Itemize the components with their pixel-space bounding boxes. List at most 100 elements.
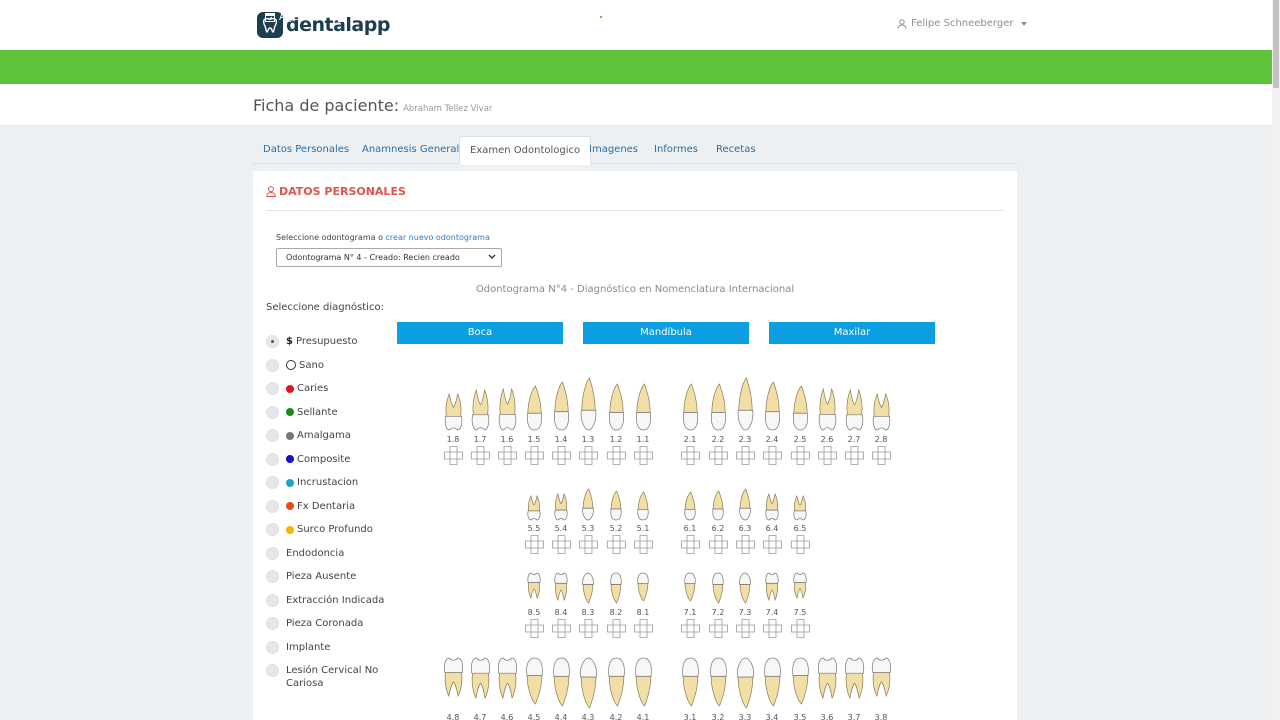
diagnosis-radio[interactable] xyxy=(266,452,279,466)
tooth-icon[interactable] xyxy=(709,489,727,522)
tooth-icon[interactable] xyxy=(522,656,547,706)
tooth-surface-grid[interactable] xyxy=(633,446,653,465)
user-menu[interactable]: Felipe Schneeberger xyxy=(897,18,1028,29)
diagnosis-radio[interactable] xyxy=(266,335,279,348)
tooth-surface-grid[interactable] xyxy=(551,535,571,554)
tooth-icon[interactable] xyxy=(604,656,629,708)
boca-button[interactable]: Boca xyxy=(397,322,563,344)
diagnosis-option[interactable]: Pieza Ausente xyxy=(266,570,356,583)
diagnosis-radio[interactable] xyxy=(266,640,279,654)
diagnosis-option[interactable]: Surco Profundo xyxy=(266,523,373,536)
tooth-surface-grid[interactable] xyxy=(497,446,517,465)
tooth-surface-grid[interactable] xyxy=(680,446,700,465)
tooth-icon[interactable] xyxy=(632,382,655,432)
diagnosis-radio[interactable] xyxy=(266,664,279,677)
tooth-surface-grid[interactable] xyxy=(633,535,653,554)
tooth-icon[interactable] xyxy=(441,656,466,698)
tooth-icon[interactable] xyxy=(495,656,520,700)
tooth-surface-grid[interactable] xyxy=(817,446,837,465)
tooth-surface-grid[interactable] xyxy=(790,446,810,465)
tooth-surface-grid[interactable] xyxy=(735,446,755,465)
tooth-icon[interactable] xyxy=(706,656,731,708)
tooth-icon[interactable] xyxy=(607,489,625,522)
diagnosis-option[interactable]: Extracción Indicada xyxy=(266,593,384,607)
tooth-icon[interactable] xyxy=(678,656,703,708)
tooth-surface-grid[interactable] xyxy=(443,446,463,465)
tooth-surface-grid[interactable] xyxy=(708,535,728,554)
tooth-surface-grid[interactable] xyxy=(762,535,782,554)
tooth-surface-grid[interactable] xyxy=(762,446,782,465)
tooth-surface-grid[interactable] xyxy=(735,619,755,638)
tooth-icon[interactable] xyxy=(552,492,570,522)
diagnosis-radio[interactable] xyxy=(266,405,279,419)
tooth-icon[interactable] xyxy=(631,656,656,708)
diagnosis-option[interactable]: Fx Dentaria xyxy=(266,499,355,513)
tooth-icon[interactable] xyxy=(525,494,543,522)
nav-reportes[interactable]: Reportes xyxy=(517,0,579,34)
tooth-icon[interactable] xyxy=(681,490,699,522)
tooth-icon[interactable] xyxy=(763,571,781,602)
tooth-icon[interactable] xyxy=(733,656,758,710)
tooth-icon[interactable] xyxy=(605,382,628,432)
tooth-surface-grid[interactable] xyxy=(551,619,571,638)
tooth-surface-grid[interactable] xyxy=(790,535,810,554)
diagnosis-radio[interactable] xyxy=(266,382,279,395)
diagnosis-radio[interactable] xyxy=(266,429,279,442)
odontogram-select[interactable]: Odontograma N° 4 - Creado: Recien creado xyxy=(276,248,502,267)
scrollbar[interactable] xyxy=(1272,0,1280,720)
tooth-surface-grid[interactable] xyxy=(680,619,700,638)
tooth-surface-grid[interactable] xyxy=(708,446,728,465)
diagnosis-option[interactable]: Sano xyxy=(266,358,324,372)
tab-imagenes[interactable]: Imagenes xyxy=(579,136,648,164)
diagnosis-option[interactable]: Incrustacion xyxy=(266,476,358,489)
tooth-icon[interactable] xyxy=(496,387,519,432)
tooth-icon[interactable] xyxy=(763,492,781,522)
tooth-surface-grid[interactable] xyxy=(790,619,810,638)
tooth-surface-grid[interactable] xyxy=(871,446,891,465)
maxilar-button[interactable]: Maxilar xyxy=(769,322,935,344)
tooth-icon[interactable] xyxy=(550,380,573,432)
tooth-icon[interactable] xyxy=(789,384,812,432)
tooth-icon[interactable] xyxy=(815,656,840,700)
tooth-surface-grid[interactable] xyxy=(762,619,782,638)
tooth-surface-grid[interactable] xyxy=(735,535,755,554)
tooth-icon[interactable] xyxy=(760,656,785,708)
tooth-icon[interactable] xyxy=(791,571,809,600)
tooth-surface-grid[interactable] xyxy=(633,619,653,638)
diagnosis-radio[interactable] xyxy=(266,523,279,536)
nav-agenda[interactable]: Agenda xyxy=(265,0,319,34)
tooth-icon[interactable] xyxy=(734,376,757,432)
tooth-icon[interactable] xyxy=(869,656,894,698)
tooth-surface-grid[interactable] xyxy=(524,619,544,638)
tooth-icon[interactable] xyxy=(816,387,839,432)
tooth-icon[interactable] xyxy=(523,384,546,432)
tooth-icon[interactable] xyxy=(761,380,784,432)
tooth-icon[interactable] xyxy=(870,392,893,432)
diagnosis-option[interactable]: Implante xyxy=(266,640,330,654)
tooth-surface-grid[interactable] xyxy=(578,535,598,554)
tooth-surface-grid[interactable] xyxy=(470,446,490,465)
diagnosis-radio[interactable] xyxy=(266,570,279,583)
diagnosis-option[interactable]: Amalgama xyxy=(266,429,351,442)
tooth-icon[interactable] xyxy=(843,388,866,432)
tooth-surface-grid[interactable] xyxy=(680,535,700,554)
tab-informes[interactable]: Informes xyxy=(644,136,708,164)
mandibula-button[interactable]: Mandíbula xyxy=(583,322,749,344)
tooth-surface-grid[interactable] xyxy=(578,619,598,638)
diagnosis-radio[interactable] xyxy=(266,546,279,560)
tooth-surface-grid[interactable] xyxy=(551,446,571,465)
diagnosis-radio[interactable] xyxy=(266,476,279,489)
tab-examen-odontologico[interactable]: Examen Odontologico xyxy=(459,136,592,165)
tooth-surface-grid[interactable] xyxy=(578,446,598,465)
tab-datos-personales[interactable]: Datos Personales xyxy=(253,136,359,164)
tooth-icon[interactable] xyxy=(577,376,600,432)
tooth-icon[interactable] xyxy=(634,490,652,522)
create-odontogram-link[interactable]: crear nuevo odontograma xyxy=(386,233,490,242)
diagnosis-option[interactable]: Composite xyxy=(266,452,350,466)
tooth-icon[interactable] xyxy=(442,392,465,432)
tooth-icon[interactable] xyxy=(791,494,809,522)
diagnosis-option[interactable]: Lesión Cervical No Cariosa xyxy=(266,664,386,690)
tooth-surface-grid[interactable] xyxy=(606,446,626,465)
tooth-icon[interactable] xyxy=(736,487,754,522)
diagnosis-option[interactable]: Endodoncia xyxy=(266,546,344,560)
